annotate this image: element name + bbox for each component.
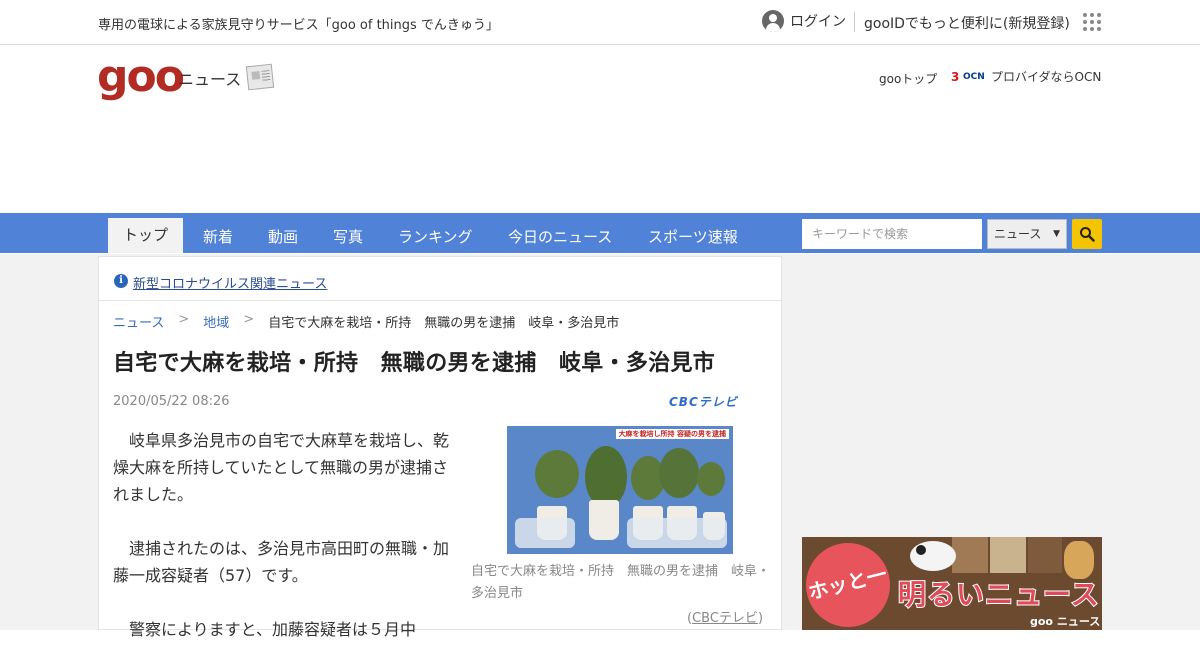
photo-caption: 自宅で大麻を栽培・所持 無職の男を逮捕 岐阜・多治見市 bbox=[471, 564, 771, 601]
search-scope-value: ニュース bbox=[994, 227, 1042, 241]
ad-logo: goo ニュース bbox=[1030, 615, 1101, 628]
side-banner-ad[interactable]: ホッと一息 明るいニュース goo ニュース bbox=[802, 537, 1102, 630]
breadcrumb: ニュース > 地域 > 自宅で大麻を栽培・所持 無職の男を逮捕 岐阜・多治見市 bbox=[113, 312, 619, 331]
article-date: 2020/05/22 08:26 bbox=[113, 394, 230, 409]
tab-video[interactable]: 動画 bbox=[268, 226, 298, 247]
ad-bubble: ホッと一息 bbox=[802, 537, 899, 630]
tab-new[interactable]: 新着 bbox=[203, 226, 233, 247]
tab-ranking[interactable]: ランキング bbox=[398, 226, 473, 247]
article-paragraph: 逮捕されたのは、多治見市高田町の無職・加藤一成容疑者（57）です。 bbox=[113, 539, 450, 585]
ocn-logo-icon: 3 OCN bbox=[951, 70, 985, 84]
caret-down-icon: ▼ bbox=[1053, 229, 1060, 239]
breadcrumb-news[interactable]: ニュース bbox=[113, 312, 164, 331]
apps-grid-icon[interactable] bbox=[1083, 13, 1101, 31]
photo-overlay-text: 大麻を栽培し所持 容疑の男を逮捕 bbox=[615, 429, 729, 439]
search-button[interactable] bbox=[1072, 219, 1102, 249]
search-icon bbox=[1080, 227, 1095, 242]
info-icon: i bbox=[114, 274, 128, 288]
photo-credit: (CBCテレビ) bbox=[687, 611, 764, 626]
top-utility-bar: 専用の電球による家族見守りサービス「goo of things でんきゅう」 ロ… bbox=[0, 0, 1200, 45]
search-input[interactable] bbox=[802, 219, 982, 249]
article-photo[interactable]: 大麻を栽培し所持 容疑の男を逮捕 bbox=[507, 426, 733, 554]
promo-link[interactable]: 専用の電球による家族見守りサービス「goo of things でんきゅう」 bbox=[98, 14, 499, 33]
divider bbox=[854, 12, 855, 32]
login-label: ログイン bbox=[790, 14, 846, 30]
ocn-logo-mark: 3 bbox=[951, 69, 960, 84]
ocn-link-label: プロバイダならOCN bbox=[991, 70, 1102, 84]
article-body: 岐阜県多治見市の自宅で大麻草を栽培し、乾燥大麻を所持していたとして無職の男が逮捕… bbox=[113, 427, 459, 670]
section-name[interactable]: ニュース bbox=[178, 66, 241, 90]
breadcrumb-separator: > bbox=[178, 312, 190, 327]
tab-sports[interactable]: スポーツ速報 bbox=[648, 226, 738, 247]
article-paragraph: 岐阜県多治見市の自宅で大麻草を栽培し、乾燥大麻を所持していたとして無職の男が逮捕… bbox=[113, 431, 450, 504]
covid-banner: i 新型コロナウイルス関連ニュース bbox=[99, 257, 781, 301]
breadcrumb-separator: > bbox=[243, 312, 255, 327]
main-nav: トップ 新着 動画 写真 ランキング 今日のニュース スポーツ速報 ニュース ▼ bbox=[0, 213, 1200, 253]
goo-logo[interactable]: goo bbox=[97, 51, 185, 102]
login-link[interactable]: ログイン bbox=[762, 10, 846, 32]
covid-link[interactable]: 新型コロナウイルス関連ニュース bbox=[133, 273, 327, 292]
breadcrumb-current: 自宅で大麻を栽培・所持 無職の男を逮捕 岐阜・多治見市 bbox=[268, 316, 620, 331]
newspaper-icon bbox=[245, 63, 275, 91]
photo-credit-link[interactable]: CBCテレビ bbox=[692, 611, 758, 626]
user-icon bbox=[762, 10, 784, 32]
register-link[interactable]: gooIDでもっと便利に(新規登録) bbox=[864, 13, 1070, 33]
article-panel: i 新型コロナウイルス関連ニュース ニュース > 地域 > 自宅で大麻を栽培・所… bbox=[98, 256, 782, 639]
site-header: goo ニュース gooトップ 3 OCN プロバイダならOCN bbox=[0, 45, 1200, 213]
tab-today[interactable]: 今日のニュース bbox=[508, 226, 612, 247]
source-logo[interactable]: CBCテレビ bbox=[669, 393, 738, 410]
page-body: i 新型コロナウイルス関連ニュース ニュース > 地域 > 自宅で大麻を栽培・所… bbox=[0, 254, 1200, 639]
breadcrumb-region[interactable]: 地域 bbox=[203, 312, 229, 331]
goo-top-link[interactable]: gooトップ bbox=[879, 70, 937, 87]
tab-photo[interactable]: 写真 bbox=[333, 226, 363, 247]
tab-top[interactable]: トップ bbox=[108, 218, 183, 253]
search-scope-select[interactable]: ニュース ▼ bbox=[987, 219, 1067, 249]
panda-image bbox=[910, 541, 956, 571]
article-title: 自宅で大麻を栽培・所持 無職の男を逮捕 岐阜・多治見市 bbox=[113, 351, 716, 376]
ad-title: 明るいニュース bbox=[897, 577, 1100, 612]
ocn-logo-text: OCN bbox=[963, 71, 985, 82]
ocn-link[interactable]: 3 OCN プロバイダならOCN bbox=[951, 68, 1101, 85]
